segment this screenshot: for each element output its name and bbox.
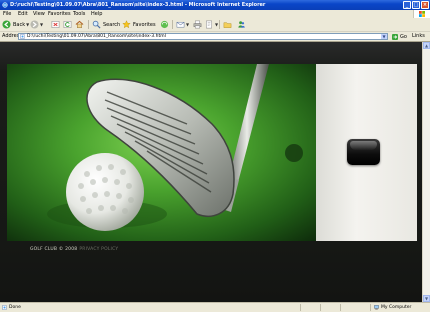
print-button[interactable]: [193, 19, 202, 30]
edit-page-icon: [206, 20, 212, 29]
favorites-label: Favorites: [133, 21, 156, 28]
internet-explorer-icon: [2, 2, 8, 8]
vertical-scrollbar[interactable]: ▲ ▼: [422, 42, 430, 302]
privacy-policy-link[interactable]: PRIVACY POLICY: [79, 247, 118, 252]
menu-file[interactable]: File: [3, 10, 11, 18]
edit-dropdown-icon[interactable]: ▼: [215, 22, 218, 27]
menu-help[interactable]: Help: [91, 10, 102, 18]
scroll-down-arrow-icon[interactable]: ▼: [423, 295, 430, 302]
folder-icon: [223, 22, 232, 28]
mail-icon: [176, 21, 185, 28]
window-title: D:\ruchi\Testing\01.09.07\Abra\801_Ranso…: [10, 2, 266, 8]
menu-tools[interactable]: Tools: [73, 10, 85, 18]
page-icon: [20, 34, 25, 39]
go-arrow-icon: [392, 33, 398, 40]
black-glossy-button[interactable]: [347, 139, 380, 165]
refresh-icon: [63, 21, 72, 28]
home-button[interactable]: [75, 19, 84, 30]
security-zone[interactable]: My Computer: [374, 304, 411, 311]
back-arrow-icon: [2, 20, 11, 29]
windows-logo-icon: [413, 10, 430, 18]
page-done-icon: [2, 305, 7, 310]
menu-favorites[interactable]: Favorites: [48, 10, 71, 18]
back-button[interactable]: Back ▼: [2, 19, 29, 30]
menu-edit[interactable]: Edit: [18, 10, 28, 18]
toolbar-separator: [219, 20, 220, 29]
scroll-up-arrow-icon[interactable]: ▲: [423, 42, 430, 49]
edit-button[interactable]: ▼: [205, 19, 218, 30]
window-title-bar[interactable]: D:\ruchi\Testing\01.09.07\Abra\801_Ranso…: [0, 0, 430, 10]
home-icon: [75, 20, 84, 28]
go-label: Go: [400, 33, 407, 40]
zone-label: My Computer: [381, 305, 412, 310]
stop-button[interactable]: [51, 19, 60, 30]
hero-golf-image: [7, 64, 316, 241]
menu-view[interactable]: View: [33, 10, 45, 18]
search-icon: [92, 20, 101, 29]
close-button[interactable]: ×: [421, 1, 429, 9]
button-highlight: [350, 141, 377, 150]
address-bar: Address D:\ruchi\Testing\01.09.07\Abra\8…: [0, 32, 430, 42]
status-bar: Done My Computer: [0, 302, 430, 312]
status-divider: [300, 304, 301, 311]
links-toolbar[interactable]: Links: [412, 33, 425, 40]
back-label: Back: [13, 21, 26, 28]
favorites-button[interactable]: Favorites: [122, 19, 156, 30]
minimize-button[interactable]: _: [403, 1, 411, 9]
status-divider: [370, 304, 371, 311]
page-footer: GOLF CLUB © 2008 PRIVACY POLICY: [30, 247, 118, 252]
folder-button[interactable]: [223, 19, 232, 30]
back-dropdown-icon[interactable]: ▼: [26, 22, 29, 27]
address-dropdown-icon[interactable]: ▼: [381, 34, 387, 39]
printer-icon: [193, 20, 202, 29]
search-button[interactable]: Search: [92, 19, 120, 30]
media-button[interactable]: [160, 19, 169, 30]
status-divider: [320, 304, 321, 311]
mail-button[interactable]: ▼: [176, 19, 189, 30]
status-divider: [340, 304, 341, 311]
messenger-icon: [238, 21, 245, 28]
media-icon: [160, 20, 169, 29]
footer-copyright: GOLF CLUB © 2008: [30, 247, 78, 252]
maximize-button[interactable]: □: [412, 1, 420, 9]
toolbar-separator: [172, 20, 173, 29]
status-text: Done: [9, 305, 21, 310]
toolbar-separator: [88, 20, 89, 29]
forward-dropdown-icon[interactable]: ▼: [40, 22, 43, 27]
mail-dropdown-icon[interactable]: ▼: [186, 22, 189, 27]
messenger-button[interactable]: [237, 19, 246, 30]
refresh-button[interactable]: [63, 19, 72, 30]
star-icon: [122, 20, 131, 29]
standard-toolbar: Back ▼ ▼ Search Favorites ▼ ▼: [0, 18, 430, 32]
stop-icon: [51, 21, 60, 28]
search-label: Search: [103, 21, 121, 28]
address-url: D:\ruchi\Testing\01.09.07\Abra\801_Ranso…: [27, 34, 166, 39]
forward-arrow-icon: [30, 20, 39, 29]
computer-icon: [374, 305, 379, 310]
go-button[interactable]: Go: [392, 33, 407, 40]
address-input[interactable]: D:\ruchi\Testing\01.09.07\Abra\801_Ranso…: [18, 33, 388, 40]
forward-button[interactable]: ▼: [30, 19, 43, 30]
